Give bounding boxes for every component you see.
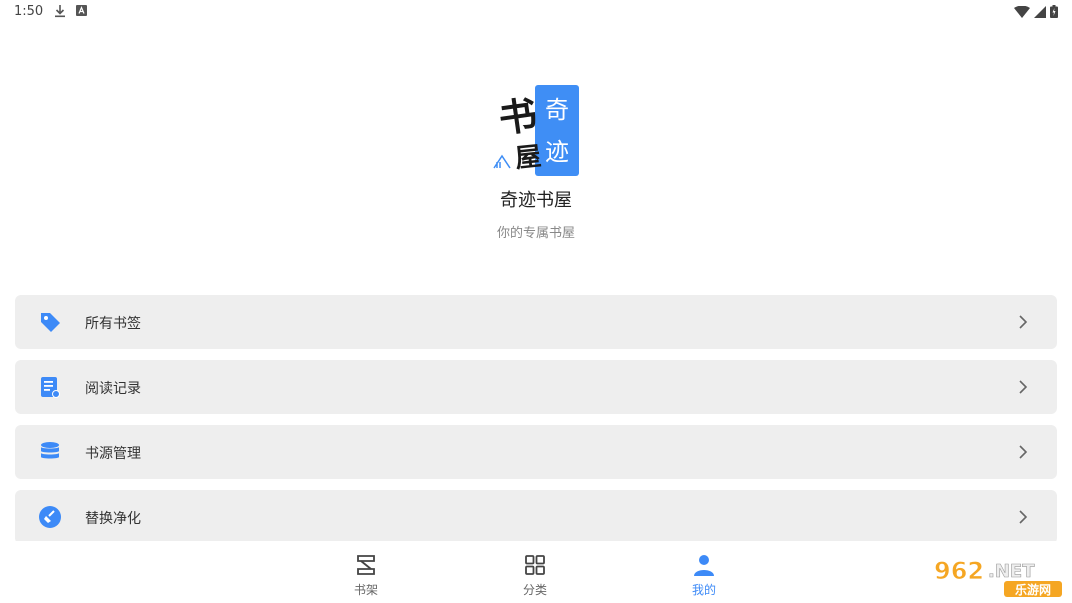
status-right-icons bbox=[1014, 5, 1058, 18]
chevron-right-icon bbox=[1019, 380, 1028, 394]
signal-icon bbox=[1034, 5, 1046, 18]
menu-item-reading-history[interactable]: 阅读记录 bbox=[15, 360, 1057, 414]
app-logo: 奇 迹 书 屋 bbox=[492, 84, 582, 178]
grid-icon bbox=[525, 555, 545, 575]
svg-text:962: 962 bbox=[934, 557, 984, 585]
nav-label: 我的 bbox=[691, 583, 716, 597]
chevron-right-icon bbox=[1019, 510, 1028, 524]
document-icon bbox=[41, 377, 60, 398]
download-icon bbox=[55, 5, 65, 18]
menu-item-source-management[interactable]: 书源管理 bbox=[15, 425, 1057, 479]
svg-text:.NET: .NET bbox=[988, 561, 1035, 582]
status-time: 1:50 bbox=[14, 4, 44, 19]
nav-label: 书架 bbox=[353, 583, 378, 597]
status-bar: 1:50 bbox=[0, 0, 1072, 24]
svg-text:屋: 屋 bbox=[514, 142, 543, 175]
app-subtitle: 你的专属书屋 bbox=[496, 226, 575, 241]
broom-icon bbox=[39, 506, 61, 528]
site-watermark: 962 .NET 乐游网 bbox=[930, 553, 1066, 599]
bottom-nav: 书架 分类 我的 bbox=[0, 541, 1072, 603]
svg-text:迹: 迹 bbox=[545, 139, 569, 166]
notification-a-icon bbox=[76, 5, 87, 16]
chevron-right-icon bbox=[1019, 315, 1028, 329]
menu-label: 替换净化 bbox=[85, 511, 141, 527]
svg-text:乐游网: 乐游网 bbox=[1015, 582, 1051, 597]
svg-text:书: 书 bbox=[496, 92, 540, 142]
svg-text:奇: 奇 bbox=[545, 97, 569, 124]
person-icon bbox=[694, 555, 714, 576]
menu-label: 所有书签 bbox=[85, 316, 141, 332]
menu-label: 阅读记录 bbox=[85, 381, 141, 397]
nav-tab-mine[interactable]: 我的 bbox=[674, 553, 734, 598]
database-icon bbox=[41, 442, 59, 459]
nav-tab-bookshelf[interactable]: 书架 bbox=[336, 553, 396, 598]
menu-item-replace-purify[interactable]: 替换净化 bbox=[15, 490, 1057, 544]
chevron-right-icon bbox=[1019, 445, 1028, 459]
menu-label: 书源管理 bbox=[85, 446, 141, 462]
nav-tab-category[interactable]: 分类 bbox=[505, 553, 565, 598]
wifi-icon bbox=[1014, 5, 1030, 18]
tag-icon bbox=[41, 313, 60, 332]
nav-label: 分类 bbox=[522, 583, 547, 597]
menu-item-bookmarks[interactable]: 所有书签 bbox=[15, 295, 1057, 349]
bookshelf-icon bbox=[357, 555, 375, 575]
battery-icon bbox=[1050, 5, 1058, 18]
app-title: 奇迹书屋 bbox=[500, 190, 572, 211]
